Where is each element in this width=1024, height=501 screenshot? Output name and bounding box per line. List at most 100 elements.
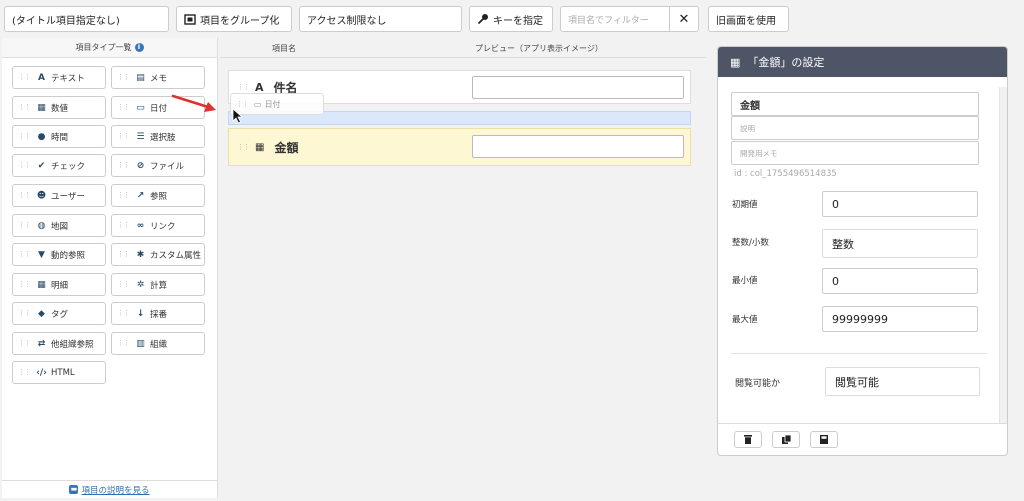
drag-handle-icon: ⋮⋮ xyxy=(18,161,31,169)
title-field-select[interactable]: (タイトル項目指定なし) xyxy=(4,6,169,32)
type-file[interactable]: ⋮⋮ ⊘ ファイル xyxy=(111,154,205,177)
type-organization[interactable]: ⋮⋮ ▥ 組織 xyxy=(111,332,205,355)
drag-handle-icon: ⋮⋮ xyxy=(117,221,130,229)
old-ui-button[interactable]: 旧画面を使用 xyxy=(708,6,789,32)
info-icon[interactable]: i xyxy=(134,43,144,52)
drag-ghost-date: ⋮⋮ ▭ 日付 xyxy=(230,93,324,115)
type-link[interactable]: ⋮⋮ ∞ リンク xyxy=(111,214,205,237)
link-icon: ∞ xyxy=(136,220,145,231)
clock-icon: ● xyxy=(37,131,46,142)
min-value-label: 最小値 xyxy=(732,276,758,286)
divider xyxy=(731,353,987,354)
exchange-icon: ⇄ xyxy=(37,338,46,349)
drag-handle-icon: ⋮⋮ xyxy=(18,221,31,229)
sort-numeric-icon: ↓ xyxy=(136,308,145,319)
type-label: 時間 xyxy=(51,132,69,143)
drag-handle-icon: ⋮⋮ xyxy=(117,73,130,81)
calculator-icon: ▦ xyxy=(730,55,741,69)
drag-handle-icon: ⋮⋮ xyxy=(237,142,250,151)
viewable-select[interactable]: 閲覧可能 xyxy=(825,367,980,396)
type-number[interactable]: ⋮⋮ ▦ 数値 xyxy=(12,96,106,119)
delete-button[interactable] xyxy=(734,431,762,448)
drag-handle-icon: ⋮⋮ xyxy=(18,73,31,81)
settings-panel: ▦ 「金額」の設定 金額 説明 開発用メモ id : col_175549651… xyxy=(717,46,1008,456)
initial-value: 0 xyxy=(832,197,839,211)
field-id: id : col_1755496514835 xyxy=(734,169,837,179)
dev-memo-input[interactable]: 開発用メモ xyxy=(731,141,979,165)
type-label: 動的参照 xyxy=(51,250,86,261)
name-input[interactable]: 金額 xyxy=(731,92,979,116)
type-reference[interactable]: ⋮⋮ ↗ 参照 xyxy=(111,184,205,207)
clear-filter-button[interactable]: ✕ xyxy=(669,6,699,32)
building-icon: ▥ xyxy=(136,338,145,349)
type-dynamic-reference[interactable]: ⋮⋮ ▼ 動的参照 xyxy=(12,243,106,266)
type-map[interactable]: ⋮⋮ ◍ 地図 xyxy=(12,214,106,237)
drag-handle-icon: ⋮⋮ xyxy=(117,132,130,140)
type-label: 日付 xyxy=(150,103,168,114)
preview-input xyxy=(472,135,684,158)
column-preview-header: プレビュー（アプリ表示イメージ） xyxy=(475,44,603,53)
old-ui-label: 旧画面を使用 xyxy=(716,15,776,27)
help-link-label: 項目の説明を見る xyxy=(81,485,150,496)
type-label: 数値 xyxy=(51,103,69,114)
max-value-input[interactable]: 99999999 xyxy=(822,306,978,332)
max-value-label: 最大値 xyxy=(732,315,758,325)
type-calculation[interactable]: ⋮⋮ ✲ 計算 xyxy=(111,273,205,296)
field-name: 金額 xyxy=(274,140,299,155)
save-button[interactable] xyxy=(810,431,838,448)
type-check[interactable]: ⋮⋮ ✔ チェック xyxy=(12,154,106,177)
calculator-icon: ▦ xyxy=(37,102,46,113)
type-label: 参照 xyxy=(150,191,168,202)
type-label: カスタム属性 xyxy=(150,250,202,261)
key-button[interactable]: キーを指定 xyxy=(469,6,553,32)
drag-handle-icon: ⋮⋮ xyxy=(117,161,130,169)
help-link[interactable]: ▬ 項目の説明を見る xyxy=(2,480,217,498)
scrollbar[interactable] xyxy=(999,87,1007,423)
type-label: テキスト xyxy=(51,73,85,84)
drag-handle-icon: ⋮⋮ xyxy=(117,280,130,288)
mouse-cursor-icon xyxy=(232,108,244,124)
type-user[interactable]: ⋮⋮ ☻ ユーザー xyxy=(12,184,106,207)
type-time[interactable]: ⋮⋮ ● 時間 xyxy=(12,125,106,148)
paperclip-icon: ⊘ xyxy=(136,160,145,171)
number-type-select[interactable]: 整数 xyxy=(822,229,978,258)
field-type-title: 項目タイプ一覧 xyxy=(75,43,132,52)
number-type-label: 整数/小数 xyxy=(732,238,769,248)
group-button[interactable]: 項目をグループ化 xyxy=(176,6,292,32)
type-label: 計算 xyxy=(150,280,168,291)
drag-handle-icon: ⋮⋮ xyxy=(117,103,130,111)
drag-handle-icon: ⋮⋮ xyxy=(117,339,130,347)
list-icon: ☰ xyxy=(136,131,145,142)
external-link-icon: ↗ xyxy=(136,190,145,201)
type-tag[interactable]: ⋮⋮ ◆ タグ xyxy=(12,302,106,325)
type-text[interactable]: ⋮⋮ A テキスト xyxy=(12,66,106,89)
description-input[interactable]: 説明 xyxy=(731,116,979,140)
description-placeholder: 説明 xyxy=(740,123,755,133)
type-html[interactable]: ⋮⋮ ‹/› HTML xyxy=(12,361,106,384)
type-memo[interactable]: ⋮⋮ ▤ メモ xyxy=(111,66,205,89)
drag-handle-icon: ⋮⋮ xyxy=(117,191,130,199)
access-select[interactable]: アクセス制限なし xyxy=(299,6,462,32)
viewable-label: 閲覧可能か xyxy=(735,379,781,389)
save-icon xyxy=(820,435,828,444)
type-detail[interactable]: ⋮⋮ ▦ 明細 xyxy=(12,273,106,296)
filter-input[interactable]: 項目名でフィルター xyxy=(560,6,670,32)
field-row-amount[interactable]: ⋮⋮ ▦ 金額 xyxy=(228,128,691,166)
access-label: アクセス制限なし xyxy=(307,15,387,27)
type-other-org-reference[interactable]: ⋮⋮ ⇄ 他組織参照 xyxy=(12,332,106,355)
drag-ghost-label: 日付 xyxy=(264,99,281,109)
key-icon xyxy=(477,14,488,25)
drag-handle-icon: ⋮⋮ xyxy=(236,99,249,108)
type-label: リンク xyxy=(150,221,176,232)
min-value-input[interactable]: 0 xyxy=(822,268,978,294)
min-value: 0 xyxy=(832,274,839,288)
initial-value-input[interactable]: 0 xyxy=(822,191,978,217)
type-custom-attribute[interactable]: ⋮⋮ ✱ カスタム属性 xyxy=(111,243,205,266)
type-label: ファイル xyxy=(150,161,185,172)
footer-divider xyxy=(718,423,1007,424)
type-numbering[interactable]: ⋮⋮ ↓ 採番 xyxy=(111,302,205,325)
check-icon: ✔ xyxy=(37,160,46,171)
copy-icon xyxy=(781,435,791,444)
type-choice[interactable]: ⋮⋮ ☰ 選択肢 xyxy=(111,125,205,148)
copy-button[interactable] xyxy=(772,431,800,448)
